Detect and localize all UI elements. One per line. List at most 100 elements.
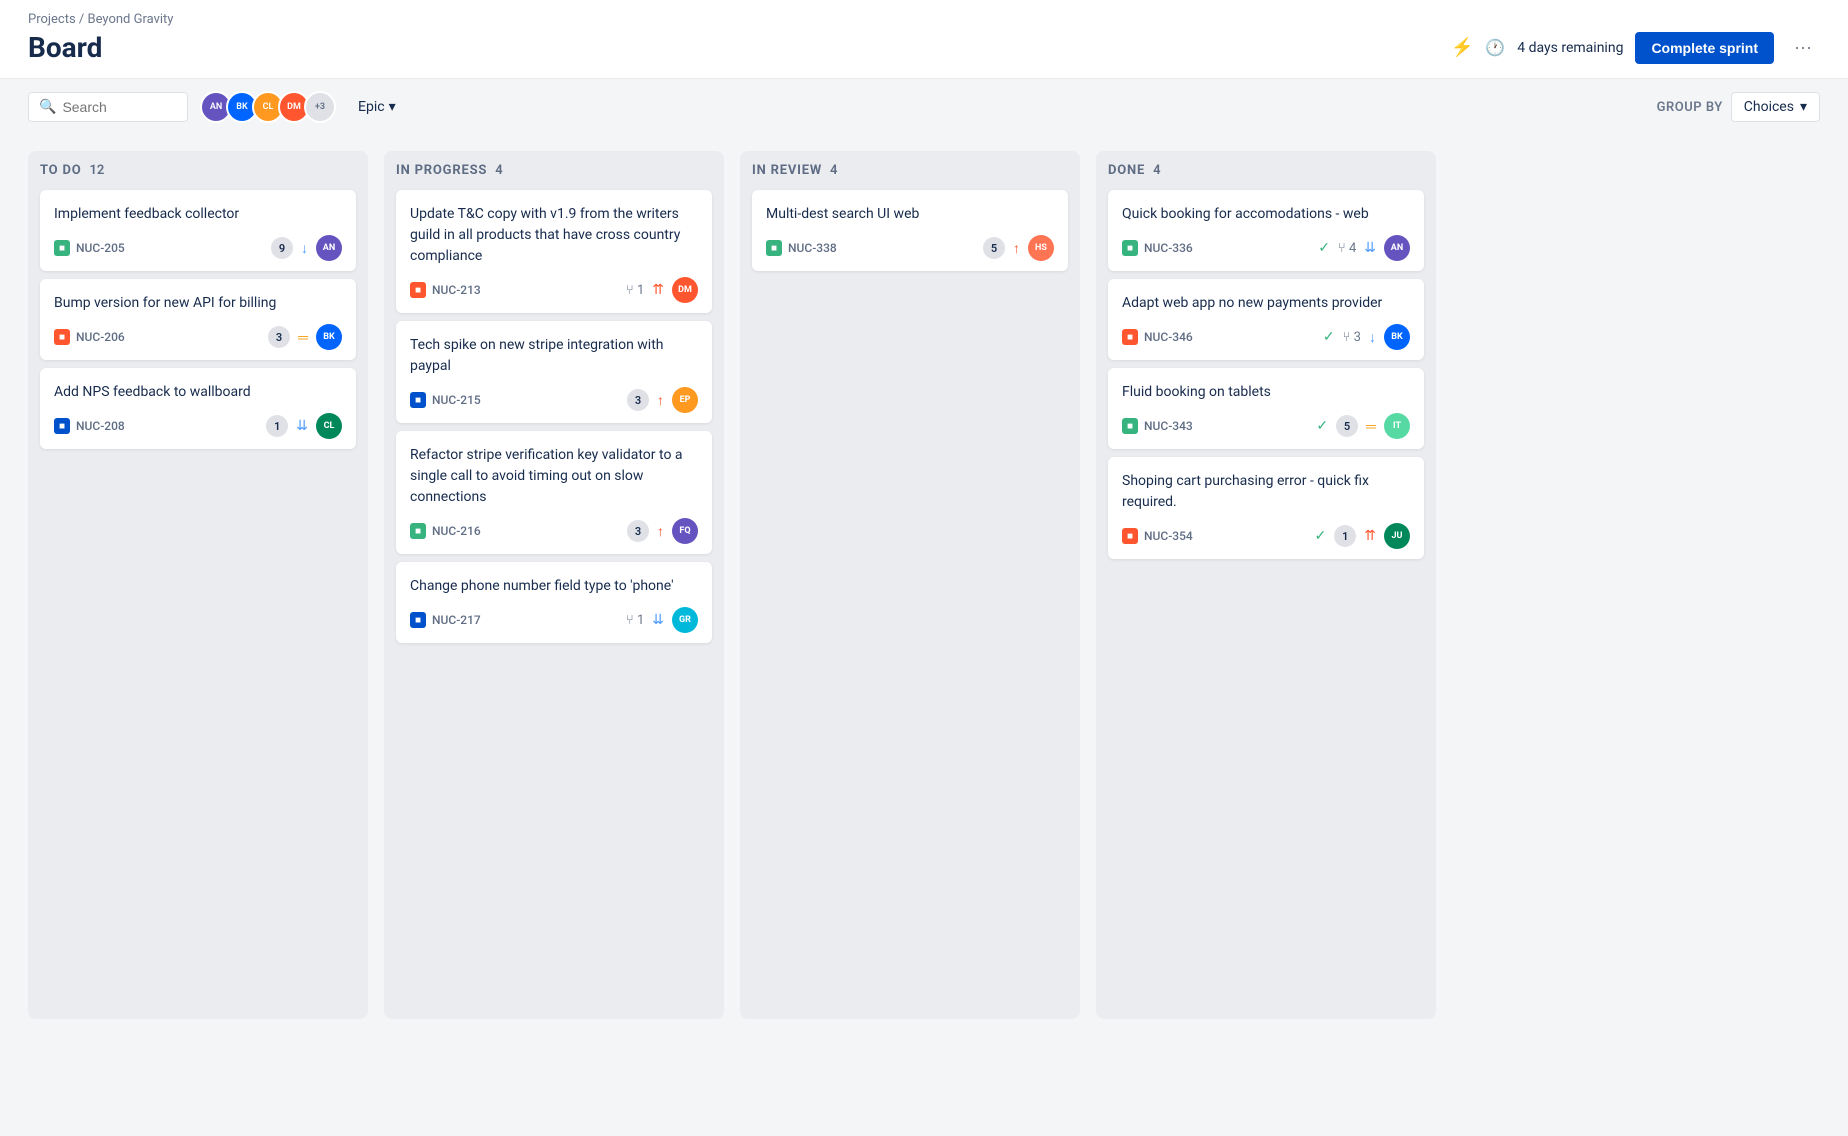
header: Projects / Beyond Gravity Board ⚡ 🕐 4 da… bbox=[0, 0, 1848, 79]
epic-filter-button[interactable]: Epic ▾ bbox=[348, 93, 406, 121]
card-meta-left: ■ NUC-213 bbox=[410, 282, 481, 298]
branch-icon: ⑂ 1 bbox=[626, 613, 644, 628]
story-icon: ■ bbox=[766, 240, 782, 256]
priority-highest-icon: ⇈ bbox=[652, 282, 664, 298]
card[interactable]: Multi-dest search UI web ■ NUC-338 5↑HS bbox=[752, 190, 1068, 271]
card[interactable]: Change phone number field type to 'phone… bbox=[396, 562, 712, 643]
card-meta-right: ⑂ 1 ⇈ DM bbox=[626, 277, 698, 303]
story-icon: ■ bbox=[410, 523, 426, 539]
column-header: TO DO 12 bbox=[40, 163, 356, 178]
column-count: 4 bbox=[830, 163, 837, 178]
card-meta-right: 3↑FQ bbox=[627, 518, 698, 544]
issue-id: NUC-343 bbox=[1144, 419, 1193, 433]
card-meta-left: ■ NUC-205 bbox=[54, 240, 125, 256]
card[interactable]: Refactor stripe verification key validat… bbox=[396, 431, 712, 554]
column-inreview: IN REVIEW 4 Multi-dest search UI web ■ N… bbox=[740, 151, 1080, 1019]
complete-sprint-button[interactable]: Complete sprint bbox=[1635, 32, 1774, 64]
clock-icon: 🕐 bbox=[1485, 38, 1505, 57]
breadcrumb: Projects / Beyond Gravity bbox=[28, 12, 1820, 27]
story-points-badge: 3 bbox=[627, 520, 649, 542]
card-title: Tech spike on new stripe integration wit… bbox=[410, 335, 698, 377]
issue-id: NUC-217 bbox=[432, 613, 481, 627]
bug-icon: ■ bbox=[54, 329, 70, 345]
column-inprogress: IN PROGRESS 4 Update T&C copy with v1.9 … bbox=[384, 151, 724, 1019]
card[interactable]: Fluid booking on tablets ■ NUC-343 ✓5═IT bbox=[1108, 368, 1424, 449]
assignee-avatar: BK bbox=[316, 324, 342, 350]
card-title: Change phone number field type to 'phone… bbox=[410, 576, 698, 597]
card-title: Shoping cart purchasing error - quick fi… bbox=[1122, 471, 1410, 513]
lightning-icon: ⚡ bbox=[1451, 37, 1473, 58]
header-actions: ⚡ 🕐 4 days remaining Complete sprint ··· bbox=[1451, 32, 1820, 64]
search-box: 🔍 bbox=[28, 92, 188, 122]
column-done: DONE 4 Quick booking for accomodations -… bbox=[1096, 151, 1436, 1019]
story-icon: ■ bbox=[1122, 418, 1138, 434]
issue-id: NUC-215 bbox=[432, 393, 481, 407]
card[interactable]: Tech spike on new stripe integration wit… bbox=[396, 321, 712, 423]
toolbar-right: GROUP BY Choices ▾ bbox=[1657, 92, 1820, 122]
column-title: DONE bbox=[1108, 163, 1145, 178]
card-title: Adapt web app no new payments provider bbox=[1122, 293, 1410, 314]
column-title: IN PROGRESS bbox=[396, 163, 487, 178]
card-meta-left: ■ NUC-215 bbox=[410, 392, 481, 408]
branch-icon: ⑂ 1 bbox=[626, 283, 644, 298]
choices-dropdown[interactable]: Choices ▾ bbox=[1731, 92, 1820, 122]
team-avatars: AN BK CL DM +3 bbox=[200, 91, 336, 123]
toolbar-left: 🔍 AN BK CL DM +3 Epic ▾ bbox=[28, 91, 406, 123]
sprint-remaining: 4 days remaining bbox=[1517, 40, 1623, 56]
card[interactable]: Update T&C copy with v1.9 from the write… bbox=[396, 190, 712, 313]
priority-high-icon: ↑ bbox=[1013, 240, 1020, 257]
card[interactable]: Bump version for new API for billing ■ N… bbox=[40, 279, 356, 360]
check-icon: ✓ bbox=[1316, 418, 1328, 434]
assignee-avatar: DM bbox=[672, 277, 698, 303]
story-points-badge: 9 bbox=[271, 237, 293, 259]
assignee-avatar: BK bbox=[1384, 324, 1410, 350]
story-points-badge: 1 bbox=[266, 415, 288, 437]
priority-lowest-icon: ⇊ bbox=[652, 612, 664, 628]
card-footer: ■ NUC-217 ⑂ 1⇊GR bbox=[410, 607, 698, 633]
bug-icon: ■ bbox=[410, 282, 426, 298]
search-input[interactable] bbox=[62, 99, 177, 115]
card-meta-left: ■ NUC-354 bbox=[1122, 528, 1193, 544]
card[interactable]: Implement feedback collector ■ NUC-205 9… bbox=[40, 190, 356, 271]
card-footer: ■ NUC-206 3═BK bbox=[54, 324, 342, 350]
card[interactable]: Quick booking for accomodations - web ■ … bbox=[1108, 190, 1424, 271]
issue-id: NUC-208 bbox=[76, 419, 125, 433]
toolbar: 🔍 AN BK CL DM +3 Epic ▾ GROUP BY Choices… bbox=[0, 79, 1848, 135]
card-meta-left: ■ NUC-206 bbox=[54, 329, 125, 345]
column-title: IN REVIEW bbox=[752, 163, 822, 178]
column-todo: TO DO 12 Implement feedback collector ■ … bbox=[28, 151, 368, 1019]
story-points-badge: 5 bbox=[983, 237, 1005, 259]
priority-high-icon: ↑ bbox=[657, 392, 664, 409]
column-count: 4 bbox=[495, 163, 502, 178]
column-header: DONE 4 bbox=[1108, 163, 1424, 178]
priority-medium-icon: ═ bbox=[1366, 418, 1376, 435]
story-icon: ■ bbox=[54, 240, 70, 256]
card[interactable]: Adapt web app no new payments provider ■… bbox=[1108, 279, 1424, 360]
card-footer: ■ NUC-343 ✓5═IT bbox=[1122, 413, 1410, 439]
card-meta-right: 5↑HS bbox=[983, 235, 1054, 261]
card[interactable]: Shoping cart purchasing error - quick fi… bbox=[1108, 457, 1424, 559]
column-header: IN PROGRESS 4 bbox=[396, 163, 712, 178]
assignee-avatar: FQ bbox=[672, 518, 698, 544]
card-meta-left: ■ NUC-208 bbox=[54, 418, 125, 434]
card-footer: ■ NUC-216 3↑FQ bbox=[410, 518, 698, 544]
card-meta-right: 3↑EP bbox=[627, 387, 698, 413]
bug-icon: ■ bbox=[1122, 528, 1138, 544]
chevron-down-icon: ▾ bbox=[1800, 99, 1807, 115]
board: TO DO 12 Implement feedback collector ■ … bbox=[0, 135, 1848, 1035]
card-meta-left: ■ NUC-338 bbox=[766, 240, 837, 256]
priority-lowest-icon: ⇊ bbox=[1364, 240, 1376, 256]
column-count: 4 bbox=[1153, 163, 1160, 178]
issue-id: NUC-338 bbox=[788, 241, 837, 255]
assignee-avatar: AN bbox=[316, 235, 342, 261]
card[interactable]: Add NPS feedback to wallboard ■ NUC-208 … bbox=[40, 368, 356, 449]
avatar-more[interactable]: +3 bbox=[304, 91, 336, 123]
branch-icon: ⑂ 4 bbox=[1338, 241, 1356, 256]
more-options-button[interactable]: ··· bbox=[1786, 33, 1820, 62]
card-title: Update T&C copy with v1.9 from the write… bbox=[410, 204, 698, 267]
task-icon: ■ bbox=[54, 418, 70, 434]
card-meta-left: ■ NUC-343 bbox=[1122, 418, 1193, 434]
story-icon: ■ bbox=[1122, 240, 1138, 256]
issue-id: NUC-346 bbox=[1144, 330, 1193, 344]
priority-highest-icon: ⇈ bbox=[1364, 528, 1376, 544]
